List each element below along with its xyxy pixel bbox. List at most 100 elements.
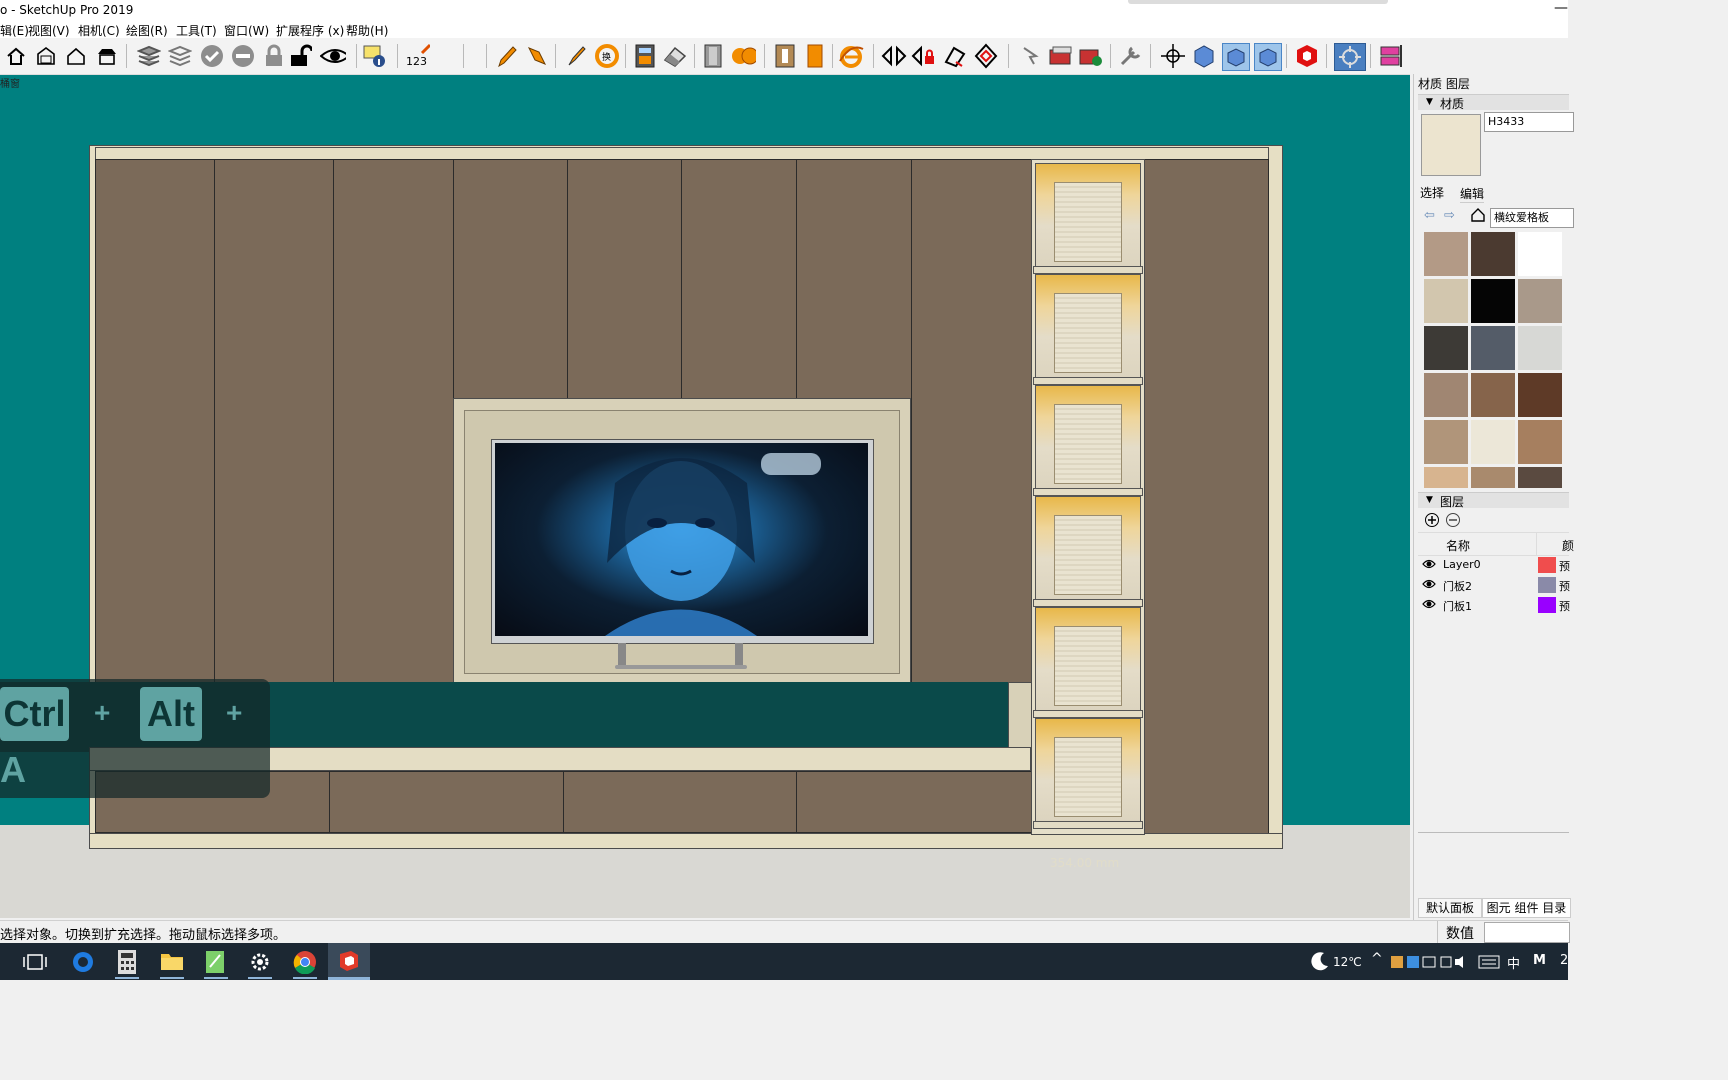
view-center-icon[interactable] (1334, 43, 1366, 71)
keyboard-icon[interactable] (1478, 955, 1500, 972)
lock-arrow-icon[interactable] (911, 43, 937, 69)
cube-blue-icon[interactable] (1191, 43, 1217, 69)
check-circle-icon[interactable] (199, 43, 225, 69)
circles-icon[interactable] (730, 43, 756, 69)
cube-iso-icon[interactable] (1222, 43, 1250, 71)
material-swatch[interactable] (1518, 326, 1562, 370)
ime-mode-indicator[interactable]: M (1533, 953, 1546, 968)
visibility-eye-icon[interactable] (1422, 558, 1436, 573)
material-swatch[interactable] (1518, 232, 1562, 276)
push-pull-icon[interactable] (524, 43, 550, 69)
menu-tools[interactable]: 工具(T) (176, 22, 217, 39)
material-swatch[interactable] (1518, 420, 1562, 464)
unlock-icon[interactable] (288, 43, 314, 69)
tab-edit[interactable]: 编辑 (1460, 185, 1485, 203)
menu-camera[interactable]: 相机(C) (78, 22, 120, 39)
menu-extensions[interactable]: 扩展程序 (x) (276, 22, 344, 39)
layer-color-swatch[interactable] (1538, 597, 1556, 613)
back-arrow-icon[interactable]: ⇦ (1424, 208, 1435, 223)
material-swatch[interactable] (1424, 420, 1468, 464)
material-swatch[interactable] (1424, 373, 1468, 417)
calculator-icon[interactable] (116, 949, 138, 978)
material-swatch[interactable] (1471, 279, 1515, 323)
minimize-button[interactable]: — (1554, 0, 1568, 16)
entity-info-icon[interactable] (362, 43, 388, 69)
ime-chinese-indicator[interactable]: 中 (1507, 953, 1520, 972)
shed-icon[interactable] (94, 43, 120, 69)
book-refresh-icon[interactable] (1078, 43, 1104, 69)
diamond-red-icon[interactable] (973, 43, 999, 69)
material-swatch[interactable] (1471, 467, 1515, 488)
moon-weather-icon[interactable] (1310, 951, 1330, 974)
door-frame-icon[interactable] (772, 43, 798, 69)
home-icon[interactable] (1470, 207, 1486, 226)
layers-icon[interactable] (136, 43, 162, 69)
measurements-input[interactable] (1484, 922, 1570, 943)
wrench-icon[interactable] (1118, 43, 1144, 69)
settings-icon[interactable] (248, 950, 272, 977)
layer-color-swatch[interactable] (1538, 577, 1556, 593)
material-swatch[interactable] (1471, 326, 1515, 370)
layer-color-swatch[interactable] (1538, 557, 1556, 573)
lock-icon[interactable] (261, 43, 287, 69)
material-swatch[interactable] (1471, 373, 1515, 417)
material-swatch[interactable] (1471, 232, 1515, 276)
material-swatch[interactable] (1424, 326, 1468, 370)
model-viewport[interactable]: 桶窗 354.00 mm Ctrl + Alt + A (0, 75, 1410, 918)
minus-circle-icon[interactable] (230, 43, 256, 69)
material-swatch[interactable] (1424, 467, 1468, 488)
house-outline-icon[interactable] (63, 43, 89, 69)
layers-section-header[interactable]: ▼ 图层 (1418, 492, 1569, 509)
material-swatch[interactable] (1471, 420, 1515, 464)
material-name-input[interactable]: H3433 (1484, 112, 1574, 132)
chrome-icon[interactable] (293, 950, 317, 977)
dimension-123-icon[interactable]: 123 (404, 43, 430, 69)
book-red-icon[interactable] (1048, 43, 1074, 69)
tab-select[interactable]: 选择 (1420, 184, 1444, 201)
cursor-hand-icon[interactable] (1017, 43, 1043, 69)
cube-front-icon[interactable] (1254, 43, 1282, 71)
door-orange-icon[interactable] (802, 43, 828, 69)
collection-dropdown[interactable]: 横纹爱格板 (1490, 208, 1574, 228)
move-arrows-icon[interactable] (881, 43, 907, 69)
menu-view[interactable]: 视图(V) (28, 22, 70, 39)
tray-icons[interactable] (1391, 954, 1473, 973)
menu-help[interactable]: 帮助(H) (346, 22, 388, 39)
visibility-eye-icon[interactable] (1422, 578, 1436, 593)
select-diamond-icon[interactable] (942, 43, 968, 69)
replace-icon[interactable]: 换 (594, 43, 620, 69)
search-icon[interactable] (70, 949, 96, 978)
add-layer-icon[interactable] (1424, 512, 1440, 531)
material-swatch[interactable] (1424, 232, 1468, 276)
folder-icon[interactable] (160, 950, 184, 975)
crosshair-icon[interactable] (1160, 43, 1186, 69)
material-preview[interactable] (1421, 114, 1481, 176)
home-icon[interactable] (3, 43, 29, 69)
layers-outline-icon[interactable] (167, 43, 193, 69)
layer-row[interactable]: Layer0 预 (1418, 555, 1570, 575)
layout-pink-icon[interactable] (1378, 43, 1404, 69)
clock-label[interactable]: 2 (1560, 953, 1568, 968)
eraser-icon[interactable] (662, 43, 688, 69)
brush-icon[interactable] (563, 43, 589, 69)
warehouse-icon[interactable] (33, 43, 59, 69)
chevron-up-icon[interactable]: ^ (1371, 951, 1383, 967)
menu-window[interactable]: 窗口(W) (224, 22, 269, 39)
calculator-tool-icon[interactable] (632, 43, 658, 69)
layer-row[interactable]: 门板1 预 (1418, 595, 1570, 615)
material-swatch[interactable] (1518, 373, 1562, 417)
tab-default-tray[interactable]: 默认面板 (1418, 898, 1482, 918)
remove-layer-icon[interactable] (1445, 512, 1461, 531)
material-swatch[interactable] (1518, 467, 1562, 488)
materials-section-header[interactable]: ▼ 材质 (1418, 94, 1569, 111)
menu-draw[interactable]: 绘图(R) (126, 22, 168, 39)
menu-edit[interactable]: 辑(E) (0, 22, 29, 39)
ie-browser-icon[interactable] (838, 43, 864, 69)
layer-row[interactable]: 门板2 预 (1418, 575, 1570, 595)
forward-arrow-icon[interactable]: ⇨ (1444, 208, 1455, 223)
material-swatch[interactable] (1424, 279, 1468, 323)
material-swatch[interactable] (1518, 279, 1562, 323)
visibility-eye-icon[interactable] (1422, 598, 1436, 613)
pencil-icon[interactable] (494, 43, 520, 69)
sketchup-taskbar-button[interactable] (328, 943, 370, 980)
